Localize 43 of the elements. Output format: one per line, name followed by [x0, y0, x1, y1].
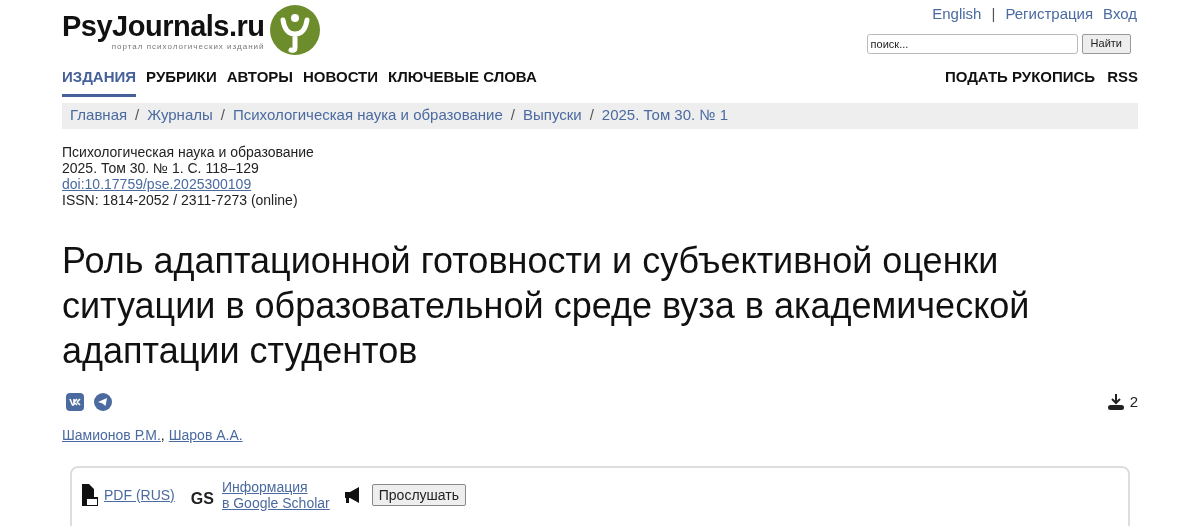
logo-icon [268, 4, 321, 56]
megaphone-icon [343, 486, 362, 504]
breadcrumb-link[interactable]: Психологическая наука и образование [232, 104, 503, 127]
breadcrumb-separator: / [135, 105, 140, 126]
search-button[interactable]: Найти [1081, 33, 1131, 54]
separator: | [991, 4, 996, 24]
nav-tab[interactable]: НОВОСТИ [303, 66, 379, 97]
breadcrumb-separator: / [589, 105, 594, 126]
nav-link[interactable]: ПОДАТЬ РУКОПИСЬ [944, 66, 1096, 89]
breadcrumb-link[interactable]: Главная [70, 104, 128, 127]
telegram-icon[interactable] [94, 392, 112, 411]
breadcrumb-link[interactable]: 2025. Том 30. № 1 [601, 104, 728, 127]
pdf-file-icon [82, 484, 98, 506]
doi-link[interactable]: doi:10.17759/pse.2025300109 [62, 175, 252, 192]
author-link[interactable]: Шамионов Р.М. [62, 425, 161, 446]
top-link[interactable]: English [932, 3, 982, 26]
scholar-link[interactable]: Информация в Google Scholar [221, 479, 330, 511]
pdf-link[interactable]: PDF (RUS) [104, 484, 175, 506]
nav-tab[interactable]: КЛЮЧЕВЫЕ СЛОВА [388, 66, 537, 97]
journal-name: Психологическая наука и образование [62, 143, 315, 160]
author-link[interactable]: Шаров А.А. [168, 425, 243, 446]
vk-icon[interactable] [66, 392, 84, 411]
search-field[interactable]: поиск... [866, 33, 1078, 54]
breadcrumb-link[interactable]: Журналы [147, 104, 213, 127]
comma: , [160, 426, 165, 445]
breadcrumb-separator: / [220, 105, 225, 126]
breadcrumb-separator: / [510, 105, 515, 126]
issue-info: 2025. Том 30. № 1. С. 118–129 [62, 159, 259, 176]
site-logo-text[interactable]: PsyJournals.ru [62, 9, 265, 42]
download-count: 2 [1129, 391, 1138, 412]
issn-info: ISSN: 1814-2052 / 2311-7273 (online) [62, 191, 299, 208]
top-link[interactable]: Регистрация [1005, 3, 1094, 26]
nav-tab[interactable]: АВТОРЫ [226, 66, 293, 97]
breadcrumb-link[interactable]: Выпуски [523, 104, 582, 127]
article-title: Роль адаптационной готовности и субъективной оценки ситуации в образовательной среде вуза в академической адаптации студентов [62, 238, 1031, 373]
top-link[interactable]: Вход [1103, 3, 1137, 26]
nav-tab[interactable]: РУБРИКИ [146, 66, 217, 97]
scholar-mark: GS [190, 489, 214, 509]
nav-link[interactable]: RSS [1107, 66, 1138, 89]
listen-button[interactable]: Прослушать [371, 484, 466, 506]
site-tagline: портал психологических изданий [111, 41, 265, 51]
nav-tab[interactable]: ИЗДАНИЯ [62, 66, 137, 97]
download-icon [1106, 392, 1125, 411]
